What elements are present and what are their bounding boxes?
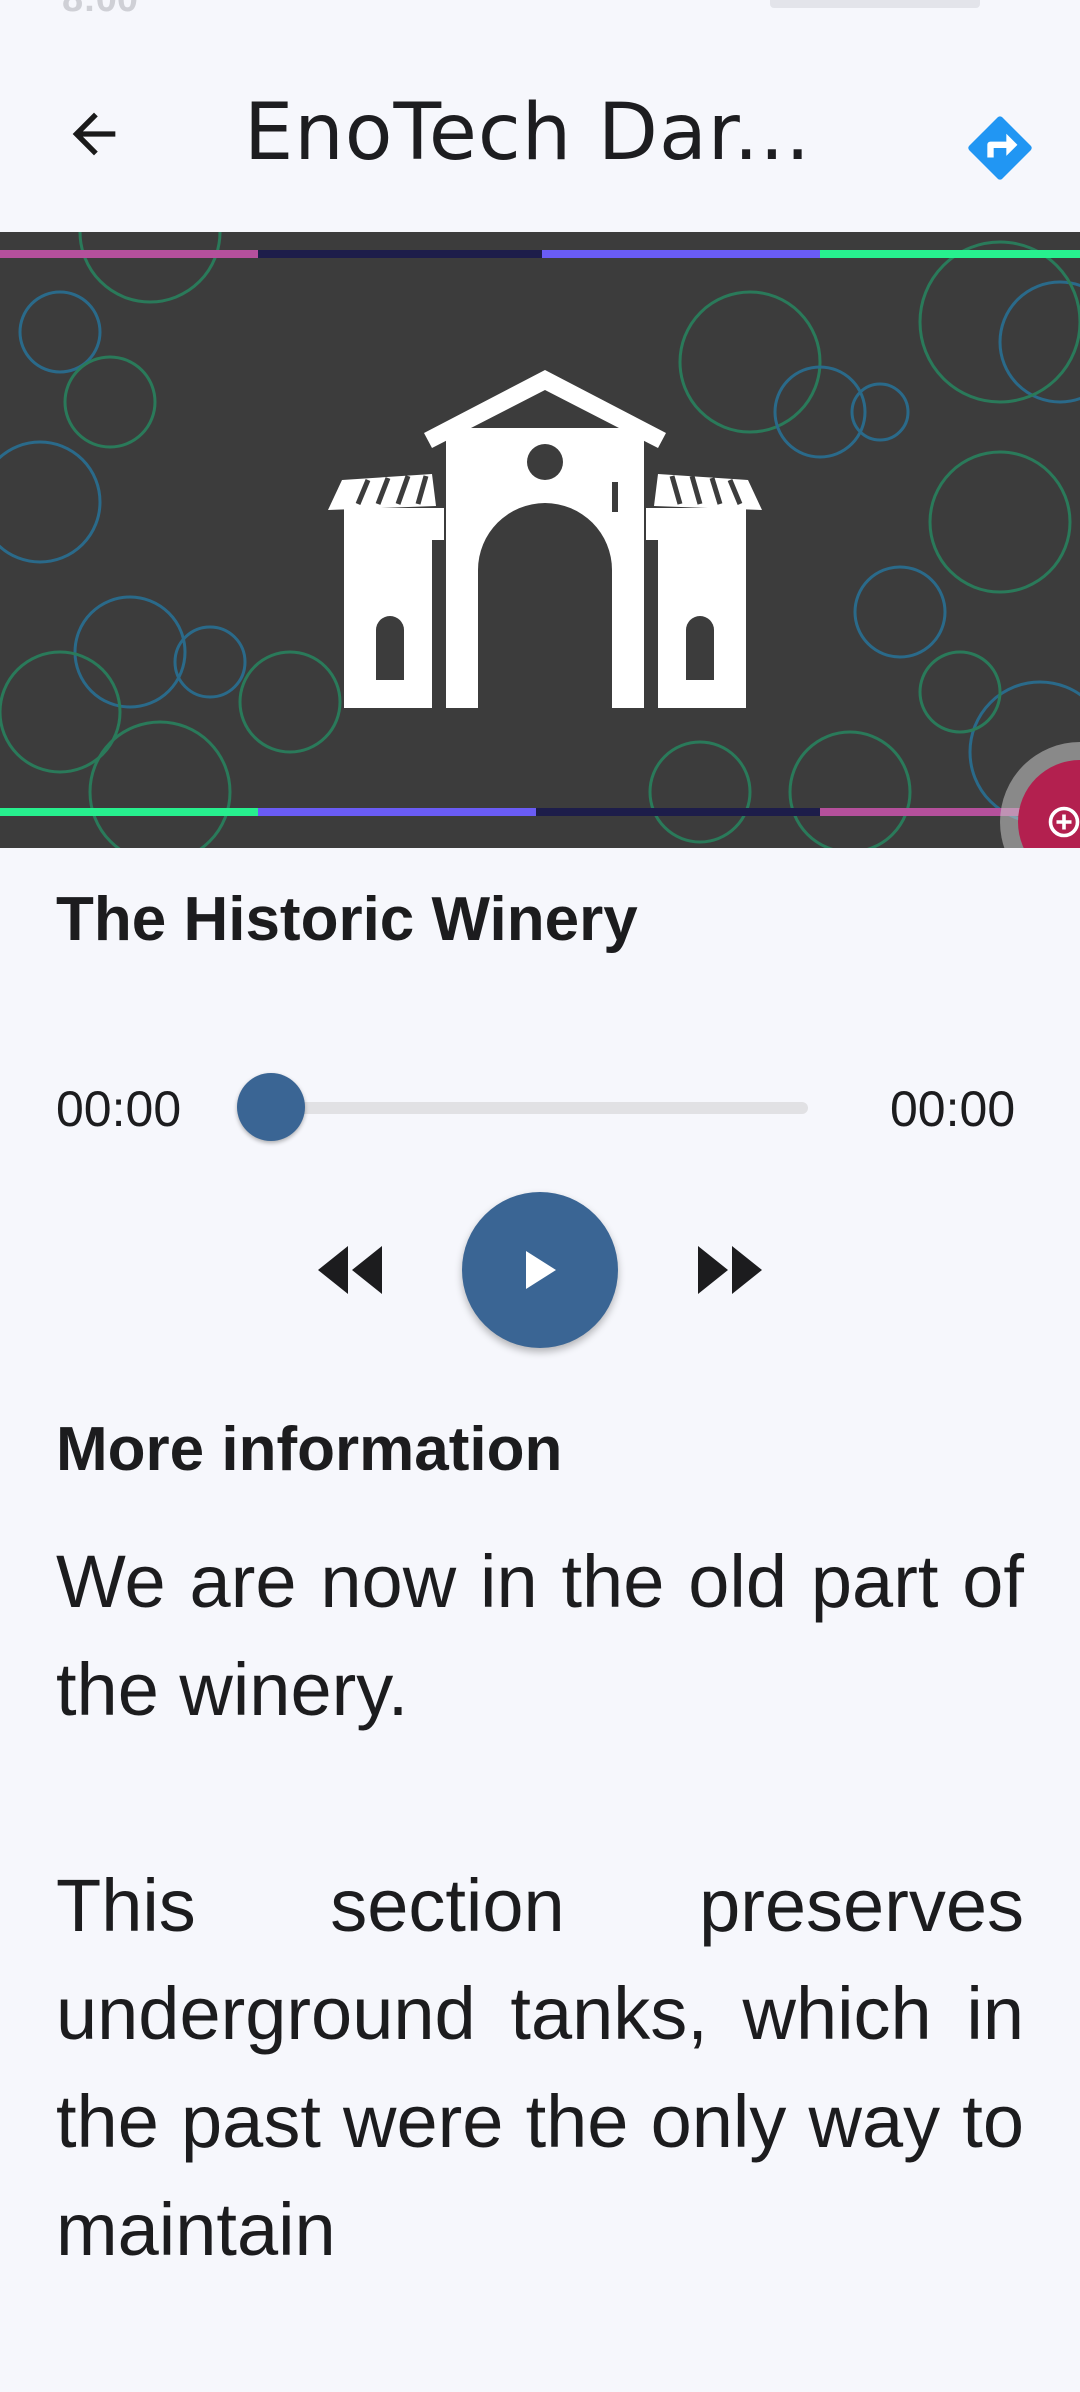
app-title: EnoTech Dar... [244,94,812,172]
winery-building-icon [328,370,762,710]
more-info-heading: More information [56,1415,563,1484]
status-icons [770,0,980,8]
description-paragraph: We are now in the old part of the winery… [56,1540,1024,1731]
directions-button[interactable] [952,100,1048,196]
status-time: 8:00 [62,0,138,21]
add-circle-icon [1048,806,1080,838]
arrow-left-icon [72,112,116,156]
directions-icon [968,116,1032,180]
app-bar: EnoTech Dar... [0,24,1080,232]
status-bar: 8:00 [0,0,1080,24]
total-time: 00:00 [890,1081,1016,1137]
fast-rewind-icon [318,1246,382,1294]
current-time: 00:00 [56,1081,182,1137]
play-icon [526,1251,556,1289]
description-paragraph: This section preserves underground tanks… [56,1864,1024,2271]
rewind-button[interactable] [300,1230,400,1310]
back-button[interactable] [44,84,144,184]
play-button[interactable] [462,1192,618,1348]
fast-forward-icon [698,1246,762,1294]
seek-bar-thumb[interactable] [237,1073,305,1141]
seek-bar-track[interactable] [270,1102,808,1114]
fast-forward-button[interactable] [680,1230,780,1310]
poi-title: The Historic Winery [56,885,638,954]
description-text: We are now in the old part of the winery… [56,1528,1024,2392]
hero-banner [0,232,1080,848]
